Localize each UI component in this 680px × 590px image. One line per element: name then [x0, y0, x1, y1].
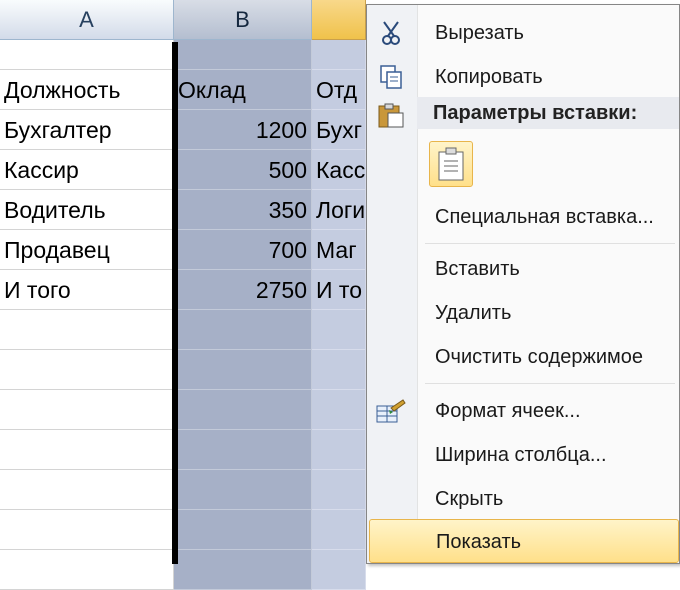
cell-row-top-1[interactable]: [174, 40, 312, 70]
cell-b3[interactable]: 500: [174, 150, 312, 190]
cell-c11[interactable]: [312, 470, 366, 510]
cell-c4[interactable]: Логи: [312, 190, 366, 230]
selection-border: [172, 42, 178, 564]
menu-item-cut[interactable]: Вырезать: [367, 11, 680, 55]
paste-options-label: Параметры вставки:: [433, 102, 638, 124]
cell-row-top-2[interactable]: [312, 40, 366, 70]
menu-label-hide: Скрыть: [435, 488, 504, 510]
column-header-b[interactable]: B: [174, 0, 312, 40]
cell-c8[interactable]: [312, 350, 366, 390]
menu-item-hide[interactable]: Скрыть: [367, 477, 680, 521]
format-cells-icon: [376, 399, 406, 423]
cell-a10[interactable]: [0, 430, 174, 470]
paste-option-icon: [438, 147, 464, 181]
menu-label-column-width: Ширина столбца...: [435, 444, 607, 466]
cell-a6[interactable]: И того: [0, 270, 174, 310]
cell-b6[interactable]: 2750: [174, 270, 312, 310]
paste-option-button[interactable]: [429, 141, 473, 187]
cell-a5[interactable]: Продавец: [0, 230, 174, 270]
cell-c3[interactable]: Касс: [312, 150, 366, 190]
scissors-icon: [382, 21, 400, 45]
menu-label-copy: Копировать: [435, 66, 543, 88]
column-header-a[interactable]: A: [0, 0, 174, 40]
menu-separator: [425, 383, 675, 384]
cell-a11[interactable]: [0, 470, 174, 510]
cell-row-top-0[interactable]: [0, 40, 174, 70]
menu-label-unhide: Показать: [436, 531, 522, 553]
menu-label-delete: Удалить: [435, 302, 512, 324]
menu-item-insert[interactable]: Вставить: [367, 247, 680, 291]
cell-a2[interactable]: Бухгалтер: [0, 110, 174, 150]
cell-c6[interactable]: И то: [312, 270, 366, 310]
cell-a3[interactable]: Кассир: [0, 150, 174, 190]
cell-b10[interactable]: [174, 430, 312, 470]
cell-c10[interactable]: [312, 430, 366, 470]
cell-a13[interactable]: [0, 550, 174, 590]
cell-b5[interactable]: 700: [174, 230, 312, 270]
cell-b11[interactable]: [174, 470, 312, 510]
cell-a4[interactable]: Водитель: [0, 190, 174, 230]
cell-c7[interactable]: [312, 310, 366, 350]
menu-label-clear-contents: Очистить содержимое: [435, 346, 643, 368]
cell-b2[interactable]: 1200: [174, 110, 312, 150]
menu-label-cut: Вырезать: [435, 22, 524, 44]
menu-label-insert: Вставить: [435, 258, 520, 280]
cell-a8[interactable]: [0, 350, 174, 390]
copy-icon: [380, 65, 402, 89]
menu-item-copy[interactable]: Копировать: [367, 55, 680, 99]
menu-item-clear-contents[interactable]: Очистить содержимое: [367, 335, 680, 379]
cell-b7[interactable]: [174, 310, 312, 350]
cell-b4[interactable]: 350: [174, 190, 312, 230]
menu-separator: [425, 243, 675, 244]
paste-options-header: Параметры вставки:: [417, 97, 679, 129]
cell-c2[interactable]: Бухг: [312, 110, 366, 150]
cell-a1[interactable]: Должность: [0, 70, 174, 110]
menu-label-paste-special: Специальная вставка...: [435, 206, 654, 228]
cell-b12[interactable]: [174, 510, 312, 550]
cell-a7[interactable]: [0, 310, 174, 350]
menu-item-paste-special[interactable]: Специальная вставка...: [367, 195, 680, 239]
cell-b9[interactable]: [174, 390, 312, 430]
cell-a9[interactable]: [0, 390, 174, 430]
cell-c12[interactable]: [312, 510, 366, 550]
cell-b1[interactable]: Оклад: [174, 70, 312, 110]
context-menu: Вырезать Копировать Параметры вставки: С…: [366, 4, 680, 564]
column-header-c[interactable]: [312, 0, 366, 40]
cell-b8[interactable]: [174, 350, 312, 390]
menu-item-delete[interactable]: Удалить: [367, 291, 680, 335]
cell-b13[interactable]: [174, 550, 312, 590]
menu-item-unhide[interactable]: Показать: [369, 519, 679, 563]
cell-c5[interactable]: Маг: [312, 230, 366, 270]
cell-c1[interactable]: Отд: [312, 70, 366, 110]
cell-c9[interactable]: [312, 390, 366, 430]
menu-label-format-cells: Формат ячеек...: [435, 400, 581, 422]
paste-icon: [378, 103, 404, 128]
cell-a12[interactable]: [0, 510, 174, 550]
cell-c13[interactable]: [312, 550, 366, 590]
menu-item-format-cells[interactable]: Формат ячеек...: [367, 389, 680, 433]
menu-item-column-width[interactable]: Ширина столбца...: [367, 433, 680, 477]
